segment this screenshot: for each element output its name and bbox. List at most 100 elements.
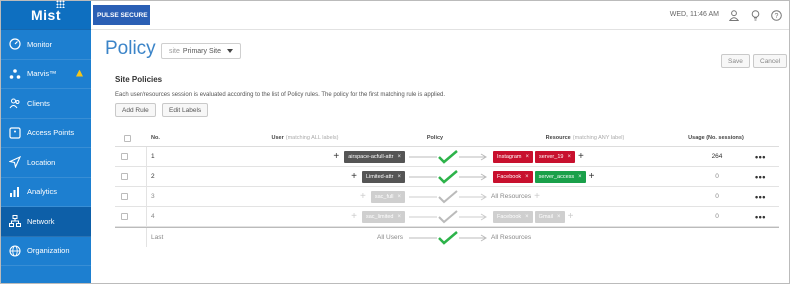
sidebar-item-label: Monitor: [27, 39, 53, 49]
remove-tag-icon[interactable]: ×: [397, 214, 401, 220]
user-label-text: Limited-attr: [365, 173, 394, 180]
table-row[interactable]: 3 + sac_full × All Resources + 0 •••: [115, 187, 779, 207]
add-user-label-icon[interactable]: +: [351, 211, 357, 222]
access-points-icon: [8, 126, 22, 140]
resource-cell: Instagram × server_19 × +: [491, 147, 691, 166]
user-cell: + sac_limited ×: [225, 207, 405, 226]
policy-allow-arrow: [409, 228, 489, 247]
remove-tag-icon[interactable]: ×: [397, 154, 401, 160]
sidebar-item-clients[interactable]: Clients: [1, 89, 91, 119]
help-icon[interactable]: ?: [769, 8, 783, 22]
add-user-label-icon[interactable]: +: [351, 171, 357, 182]
help-bulb-icon[interactable]: [748, 8, 762, 22]
remove-tag-icon[interactable]: ×: [397, 174, 401, 180]
row-number: 1: [151, 153, 155, 160]
user-label-tag[interactable]: sac_full ×: [370, 190, 405, 203]
resource-cell: All Resources +: [491, 187, 691, 206]
user-label-tag[interactable]: sac_limited ×: [361, 210, 405, 223]
user-icon[interactable]: [727, 8, 741, 22]
mist-logo[interactable]: Mist: [1, 0, 91, 30]
add-rule-label: Add Rule: [122, 106, 149, 114]
sidebar-item-monitor[interactable]: Monitor: [1, 30, 91, 60]
table-row[interactable]: 1 + airspace-acfull-attr × Instagram × ser…: [115, 147, 779, 167]
resource-label-text: Gmail: [538, 213, 554, 220]
policy-table: No. User (matching ALL labels) Policy Res…: [115, 130, 779, 247]
row-menu-icon[interactable]: •••: [755, 207, 766, 226]
row-select-cell: [121, 187, 128, 206]
add-rule-button[interactable]: Add Rule: [115, 103, 156, 117]
remove-tag-icon[interactable]: ×: [578, 174, 582, 180]
remove-tag-icon[interactable]: ×: [397, 194, 401, 200]
sidebar-item-location[interactable]: Location: [1, 148, 91, 178]
add-user-label-icon[interactable]: +: [360, 191, 366, 202]
sidebar-item-network[interactable]: Network: [1, 207, 91, 237]
add-resource-label-icon[interactable]: +: [578, 151, 584, 162]
header-policy-label: Policy: [426, 135, 444, 141]
analytics-icon: [8, 185, 22, 199]
edit-labels-button[interactable]: Edit Labels: [162, 103, 209, 117]
policy-allow-arrow[interactable]: [409, 187, 489, 206]
sidebar-item-label: Organization: [27, 246, 70, 256]
resource-label-tag[interactable]: server_19 ×: [534, 150, 575, 163]
logo-dots-icon: [56, 0, 65, 8]
resource-label-tag[interactable]: server_access ×: [534, 170, 586, 183]
remove-tag-icon[interactable]: ×: [567, 154, 571, 160]
resource-label-tag[interactable]: Facebook ×: [493, 210, 533, 223]
resource-label-text: server_19: [538, 153, 564, 160]
site-selector[interactable]: site Primary Site: [161, 43, 242, 59]
logo-text: Mist: [31, 7, 61, 23]
chevron-down-icon: [227, 49, 234, 53]
sidebar-item-marvis[interactable]: Marvis™: [1, 60, 91, 89]
all-users-text: All Users: [376, 234, 403, 241]
resource-label-tag[interactable]: Gmail ×: [534, 210, 565, 223]
header-user-sub: (matching ALL labels): [285, 135, 339, 141]
table-row[interactable]: 2 + Limited-attr × Facebook × server_acces…: [115, 167, 779, 187]
row-number: 4: [151, 213, 155, 220]
sidebar-item-label: Access Points: [27, 128, 75, 138]
resource-label-tag[interactable]: Facebook ×: [493, 170, 533, 183]
user-label-tag[interactable]: Limited-attr ×: [361, 170, 405, 183]
row-checkbox[interactable]: [121, 193, 128, 200]
remove-tag-icon[interactable]: ×: [525, 174, 529, 180]
sidebar-item-access-points[interactable]: Access Points: [1, 119, 91, 148]
user-label-text: sac_limited: [365, 213, 394, 220]
row-checkbox[interactable]: [121, 173, 128, 180]
add-resource-label-icon[interactable]: +: [534, 191, 540, 202]
policy-allow-arrow[interactable]: [409, 167, 489, 186]
remove-tag-icon[interactable]: ×: [525, 154, 529, 160]
policy-allow-arrow[interactable]: [409, 147, 489, 166]
add-resource-label-icon[interactable]: +: [589, 171, 595, 182]
sidebar-item-analytics[interactable]: Analytics: [1, 178, 91, 207]
brand-logo[interactable]: PULSE SECURE: [93, 5, 150, 25]
row-menu-icon[interactable]: •••: [755, 187, 766, 206]
brand-text: PULSE SECURE: [97, 11, 148, 19]
table-row[interactable]: 4 + sac_limited × Facebook × Gmail × + 0 ••…: [115, 207, 779, 227]
save-button[interactable]: Save: [721, 54, 750, 68]
remove-tag-icon[interactable]: ×: [557, 214, 561, 220]
sidebar-item-label: Location: [27, 157, 56, 167]
row-number: Last: [151, 234, 164, 241]
policy-allow-arrow[interactable]: [409, 207, 489, 226]
row-select-cell: [121, 207, 128, 226]
row-checkbox[interactable]: [121, 213, 128, 220]
remove-tag-icon[interactable]: ×: [525, 214, 529, 220]
main-content: Policy site Primary Site Save Cancel Sit…: [91, 30, 789, 283]
sidebar-item-organization[interactable]: Organization: [1, 237, 91, 266]
row-menu-icon[interactable]: •••: [755, 167, 766, 186]
row-select-cell: [121, 167, 128, 186]
user-label-tag[interactable]: airspace-acfull-attr ×: [344, 150, 405, 163]
resource-label-text: Facebook: [497, 173, 522, 180]
row-checkbox[interactable]: [121, 153, 128, 160]
marvis-icon: [8, 67, 22, 81]
row-menu-icon[interactable]: •••: [755, 147, 766, 166]
usage-value: 0: [715, 193, 719, 200]
cancel-button[interactable]: Cancel: [753, 54, 788, 68]
resource-label-tag[interactable]: Instagram ×: [493, 150, 533, 163]
top-bar: PULSE SECURE WED, 11:46 AM ?: [91, 1, 789, 30]
select-all-checkbox[interactable]: [123, 134, 131, 142]
site-label: site: [169, 47, 180, 55]
table-row-last: Last All Users All Resources: [115, 227, 779, 247]
add-user-label-icon[interactable]: +: [333, 151, 339, 162]
add-resource-label-icon[interactable]: +: [568, 211, 574, 222]
all-resources-text: All Resources: [491, 193, 532, 200]
